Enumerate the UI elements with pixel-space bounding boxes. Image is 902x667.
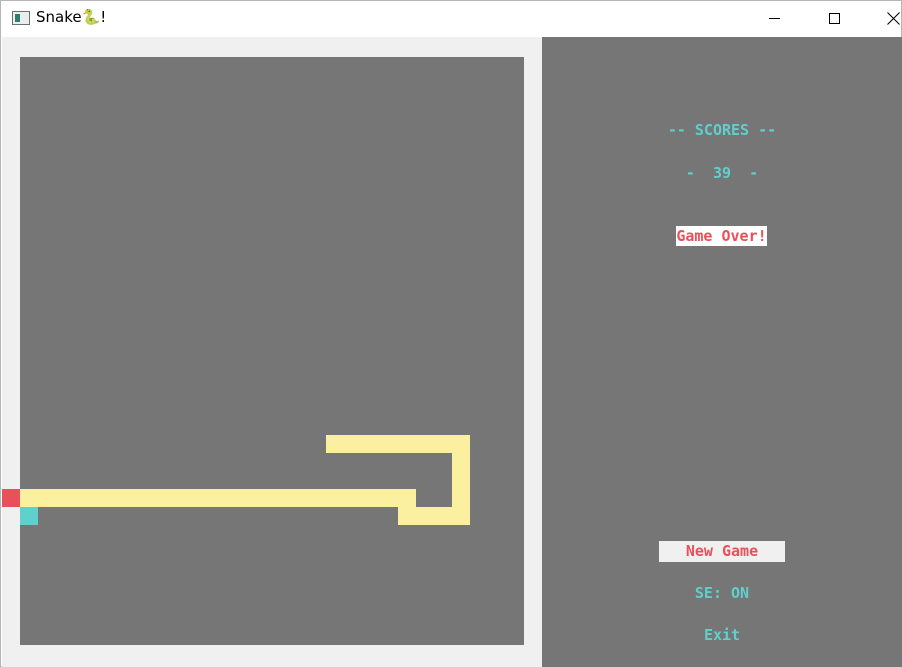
- snake-segment: [398, 435, 416, 453]
- snake-segment: [182, 489, 200, 507]
- snake-segment: [344, 489, 362, 507]
- snake-segment: [110, 489, 128, 507]
- snake-segment: [380, 489, 398, 507]
- snake-segment: [20, 489, 38, 507]
- snake-segment: [344, 435, 362, 453]
- snake-segment: [56, 489, 74, 507]
- snake-segment: [416, 435, 434, 453]
- game-window: Snake🐍! -- SCORES -- - 39 - Game Over! N…: [0, 0, 902, 667]
- snake-segment: [362, 435, 380, 453]
- snake-segment: [452, 453, 470, 471]
- snake-segment: [308, 489, 326, 507]
- snake-segment: [272, 489, 290, 507]
- close-icon: [887, 12, 900, 25]
- snake-segment: [452, 435, 470, 453]
- snake-segment: [326, 435, 344, 453]
- snake-segment: [452, 471, 470, 489]
- maximize-button[interactable]: [811, 1, 857, 35]
- snake-segment: [380, 435, 398, 453]
- window-title: Snake🐍!: [36, 8, 107, 26]
- game-board: [20, 57, 524, 645]
- board-frame: [2, 37, 542, 667]
- title-bar[interactable]: Snake🐍!: [1, 1, 901, 36]
- snake-head: [2, 489, 20, 507]
- snake-segment: [128, 489, 146, 507]
- minimize-button[interactable]: [751, 1, 797, 35]
- snake-segment: [452, 489, 470, 507]
- snake-segment: [146, 489, 164, 507]
- client-area: -- SCORES -- - 39 - Game Over! New Game …: [2, 37, 902, 667]
- maximize-icon: [828, 12, 840, 24]
- snake-segment: [200, 489, 218, 507]
- snake-segment: [74, 489, 92, 507]
- snake-segment: [164, 489, 182, 507]
- game-over-message: Game Over!: [676, 226, 767, 246]
- app-window-icon: [12, 11, 30, 25]
- snake-segment: [362, 489, 380, 507]
- exit-button[interactable]: Exit: [542, 626, 902, 644]
- close-button[interactable]: [870, 1, 902, 35]
- snake-segment: [92, 489, 110, 507]
- snake-segment: [434, 435, 452, 453]
- snake-segment: [434, 507, 452, 525]
- snake-segment: [326, 489, 344, 507]
- snake-segment: [452, 507, 470, 525]
- snake-segment: [218, 489, 236, 507]
- food-pellet: [20, 507, 38, 525]
- snake-segment: [398, 507, 416, 525]
- snake-segment: [254, 489, 272, 507]
- snake-segment: [398, 489, 416, 507]
- score-value: - 39 -: [685, 164, 759, 182]
- new-game-button[interactable]: New Game: [659, 541, 785, 562]
- snake-segment: [38, 489, 56, 507]
- snake-segment: [290, 489, 308, 507]
- minimize-icon: [768, 17, 780, 19]
- side-panel: -- SCORES -- - 39 - Game Over! New Game …: [542, 37, 902, 667]
- snake-segment: [416, 507, 434, 525]
- scores-heading: -- SCORES --: [667, 121, 777, 139]
- snake-segment: [236, 489, 254, 507]
- sound-effects-toggle[interactable]: SE: ON: [542, 584, 902, 602]
